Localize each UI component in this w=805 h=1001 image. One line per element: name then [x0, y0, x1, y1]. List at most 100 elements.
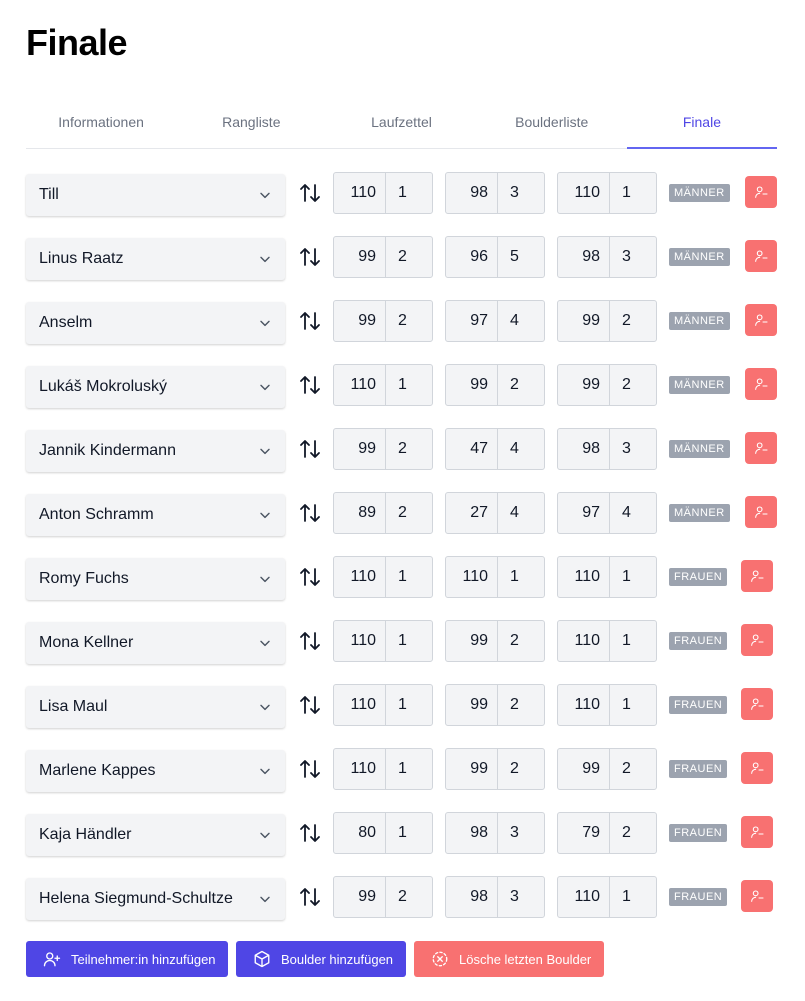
- boulder-rank-input[interactable]: 3: [498, 813, 544, 853]
- swap-arrows-icon[interactable]: [298, 565, 322, 589]
- boulder-rank-input[interactable]: 3: [610, 429, 656, 469]
- boulder-rank-input[interactable]: 2: [498, 685, 544, 725]
- boulder-rank-input[interactable]: 1: [610, 557, 656, 597]
- boulder-rank-input[interactable]: 4: [610, 493, 656, 533]
- boulder-points-input[interactable]: 98: [558, 429, 610, 469]
- remove-participant-button[interactable]: [745, 496, 777, 528]
- boulder-rank-input[interactable]: 2: [610, 749, 656, 789]
- boulder-points-input[interactable]: 27: [446, 493, 498, 533]
- boulder-points-input[interactable]: 97: [558, 493, 610, 533]
- remove-participant-button[interactable]: [745, 240, 777, 272]
- boulder-points-input[interactable]: 110: [334, 365, 386, 405]
- boulder-rank-input[interactable]: 3: [610, 237, 656, 277]
- swap-arrows-icon[interactable]: [298, 885, 322, 909]
- boulder-rank-input[interactable]: 2: [386, 877, 432, 917]
- tab-boulderliste[interactable]: Boulderliste: [477, 100, 627, 148]
- boulder-rank-input[interactable]: 1: [610, 621, 656, 661]
- boulder-rank-input[interactable]: 4: [498, 493, 544, 533]
- remove-participant-button[interactable]: [741, 752, 773, 784]
- swap-arrows-icon[interactable]: [298, 629, 322, 653]
- participant-select[interactable]: Till: [26, 174, 285, 216]
- boulder-rank-input[interactable]: 2: [386, 237, 432, 277]
- add-boulder-button[interactable]: Boulder hinzufügen: [236, 941, 406, 977]
- swap-arrows-icon[interactable]: [298, 437, 322, 461]
- boulder-rank-input[interactable]: 2: [498, 749, 544, 789]
- swap-arrows-icon[interactable]: [298, 757, 322, 781]
- boulder-rank-input[interactable]: 2: [386, 301, 432, 341]
- boulder-rank-input[interactable]: 1: [386, 813, 432, 853]
- boulder-points-input[interactable]: 99: [446, 621, 498, 661]
- boulder-rank-input[interactable]: 1: [610, 685, 656, 725]
- participant-select[interactable]: Helena Siegmund-Schultze: [26, 878, 285, 920]
- boulder-rank-input[interactable]: 3: [498, 877, 544, 917]
- participant-select[interactable]: Kaja Händler: [26, 814, 285, 856]
- boulder-rank-input[interactable]: 1: [498, 557, 544, 597]
- boulder-points-input[interactable]: 110: [558, 173, 610, 213]
- boulder-rank-input[interactable]: 2: [610, 365, 656, 405]
- boulder-points-input[interactable]: 99: [334, 877, 386, 917]
- boulder-rank-input[interactable]: 1: [610, 173, 656, 213]
- boulder-rank-input[interactable]: 1: [610, 877, 656, 917]
- boulder-rank-input[interactable]: 3: [498, 173, 544, 213]
- boulder-points-input[interactable]: 96: [446, 237, 498, 277]
- boulder-points-input[interactable]: 99: [334, 237, 386, 277]
- boulder-rank-input[interactable]: 2: [386, 429, 432, 469]
- boulder-points-input[interactable]: 79: [558, 813, 610, 853]
- participant-select[interactable]: Jannik Kindermann: [26, 430, 285, 472]
- boulder-points-input[interactable]: 80: [334, 813, 386, 853]
- participant-select[interactable]: Marlene Kappes: [26, 750, 285, 792]
- boulder-rank-input[interactable]: 1: [386, 749, 432, 789]
- tab-informationen[interactable]: Informationen: [26, 100, 176, 148]
- boulder-rank-input[interactable]: 2: [386, 493, 432, 533]
- boulder-points-input[interactable]: 98: [446, 813, 498, 853]
- boulder-points-input[interactable]: 47: [446, 429, 498, 469]
- add-participant-button[interactable]: Teilnehmer:in hinzufügen: [26, 941, 228, 977]
- boulder-rank-input[interactable]: 4: [498, 429, 544, 469]
- boulder-points-input[interactable]: 99: [446, 365, 498, 405]
- participant-select[interactable]: Romy Fuchs: [26, 558, 285, 600]
- boulder-rank-input[interactable]: 1: [386, 621, 432, 661]
- remove-participant-button[interactable]: [745, 432, 777, 464]
- swap-arrows-icon[interactable]: [298, 181, 322, 205]
- tab-finale[interactable]: Finale: [626, 100, 778, 149]
- boulder-points-input[interactable]: 98: [446, 173, 498, 213]
- boulder-points-input[interactable]: 110: [334, 749, 386, 789]
- tab-laufzettel[interactable]: Laufzettel: [326, 100, 476, 148]
- boulder-points-input[interactable]: 110: [558, 877, 610, 917]
- boulder-rank-input[interactable]: 2: [610, 301, 656, 341]
- swap-arrows-icon[interactable]: [298, 501, 322, 525]
- participant-select[interactable]: Mona Kellner: [26, 622, 285, 664]
- boulder-points-input[interactable]: 110: [334, 173, 386, 213]
- boulder-points-input[interactable]: 99: [446, 685, 498, 725]
- boulder-rank-input[interactable]: 1: [386, 685, 432, 725]
- boulder-rank-input[interactable]: 2: [498, 365, 544, 405]
- boulder-points-input[interactable]: 97: [446, 301, 498, 341]
- boulder-points-input[interactable]: 99: [558, 749, 610, 789]
- boulder-points-input[interactable]: 98: [446, 877, 498, 917]
- boulder-rank-input[interactable]: 1: [386, 557, 432, 597]
- participant-select[interactable]: Lukáš Mokroluský: [26, 366, 285, 408]
- boulder-points-input[interactable]: 89: [334, 493, 386, 533]
- participant-select[interactable]: Anton Schramm: [26, 494, 285, 536]
- remove-participant-button[interactable]: [741, 816, 773, 848]
- boulder-points-input[interactable]: 99: [558, 365, 610, 405]
- boulder-points-input[interactable]: 110: [558, 685, 610, 725]
- tab-rangliste[interactable]: Rangliste: [176, 100, 326, 148]
- remove-participant-button[interactable]: [741, 560, 773, 592]
- boulder-points-input[interactable]: 110: [334, 621, 386, 661]
- boulder-rank-input[interactable]: 1: [386, 173, 432, 213]
- boulder-points-input[interactable]: 110: [558, 621, 610, 661]
- boulder-rank-input[interactable]: 5: [498, 237, 544, 277]
- boulder-points-input[interactable]: 110: [446, 557, 498, 597]
- boulder-rank-input[interactable]: 2: [498, 621, 544, 661]
- boulder-rank-input[interactable]: 4: [498, 301, 544, 341]
- boulder-points-input[interactable]: 99: [334, 301, 386, 341]
- boulder-points-input[interactable]: 99: [558, 301, 610, 341]
- participant-select[interactable]: Lisa Maul: [26, 686, 285, 728]
- remove-participant-button[interactable]: [745, 368, 777, 400]
- swap-arrows-icon[interactable]: [298, 693, 322, 717]
- delete-last-boulder-button[interactable]: Lösche letzten Boulder: [414, 941, 604, 977]
- participant-select[interactable]: Anselm: [26, 302, 285, 344]
- boulder-points-input[interactable]: 110: [558, 557, 610, 597]
- remove-participant-button[interactable]: [741, 624, 773, 656]
